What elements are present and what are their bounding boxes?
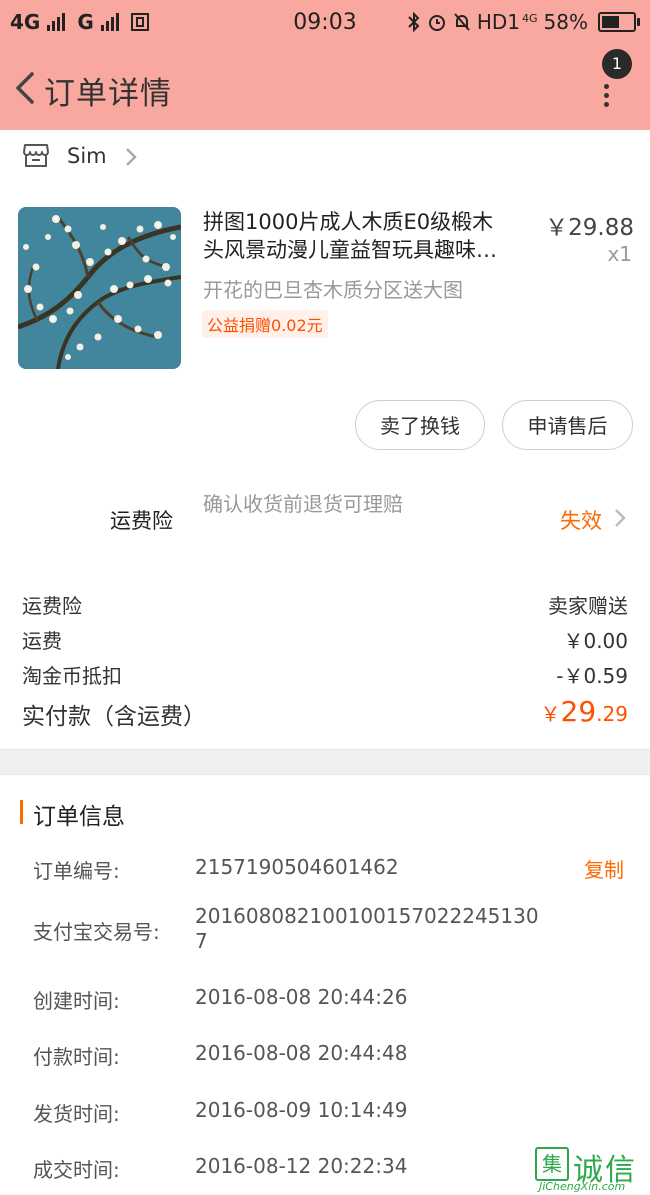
notification-badge: 1 bbox=[602, 49, 632, 79]
apply-after-sale-button[interactable]: 申请售后 bbox=[502, 400, 633, 450]
product-title-line2: 头风景动漫儿童益智玩具趣味… bbox=[203, 238, 497, 262]
store-icon bbox=[23, 144, 49, 167]
completed-time-label: 成交时间: bbox=[33, 1158, 120, 1182]
site-watermark: 集 诚信 JiChengXin.com bbox=[533, 1145, 650, 1195]
completed-time-value: 2016-08-12 20:22:34 bbox=[195, 1154, 408, 1178]
alarm-icon bbox=[428, 15, 445, 31]
page-title: 订单详情 bbox=[44, 76, 172, 112]
mute-bell-icon bbox=[454, 13, 470, 31]
product-quantity: x1 bbox=[607, 242, 632, 266]
watermark-logo-box: 集 bbox=[535, 1147, 569, 1181]
battery-icon bbox=[598, 12, 640, 32]
product-image[interactable] bbox=[18, 207, 181, 369]
network-4g-small: 4G bbox=[522, 11, 538, 25]
charity-badge: 公益捐赠0.02元 bbox=[202, 310, 328, 338]
paid-time-label: 付款时间: bbox=[33, 1045, 120, 1069]
total-integer: 29 bbox=[560, 695, 597, 728]
order-info-title: 订单信息 bbox=[33, 804, 125, 830]
back-arrow-icon[interactable] bbox=[10, 70, 40, 106]
chevron-right-icon bbox=[126, 148, 137, 166]
fee-value-shipping: ￥0.00 bbox=[563, 629, 628, 653]
alipay-trade-number-value: 2016080821001001570222451307 bbox=[195, 904, 539, 953]
freight-insurance-description: 确认收货前退货可理赔 bbox=[203, 492, 403, 516]
created-time-label: 创建时间: bbox=[33, 989, 120, 1013]
sell-for-cash-button[interactable]: 卖了换钱 bbox=[355, 400, 485, 450]
fee-label-insurance: 运费险 bbox=[22, 594, 82, 618]
shop-name: Sim bbox=[67, 144, 107, 168]
freight-insurance-label: 运费险 bbox=[110, 509, 173, 533]
total-decimal: .29 bbox=[596, 702, 628, 726]
status-icons: HD1 4G 58% bbox=[407, 10, 640, 34]
paid-time-value: 2016-08-08 20:44:48 bbox=[195, 1041, 408, 1065]
status-bar: 4G G 09:03 HD1 4G 58% bbox=[0, 0, 650, 44]
product-sku: 开花的巴旦杏木质分区送大图 bbox=[203, 278, 463, 302]
section-accent-bar bbox=[20, 800, 23, 824]
total-currency: ￥ bbox=[540, 702, 561, 726]
shipped-time-label: 发货时间: bbox=[33, 1102, 120, 1126]
total-amount: ￥29.29 bbox=[541, 695, 628, 728]
fee-label-coins: 淘金币抵扣 bbox=[22, 664, 122, 688]
section-divider bbox=[0, 749, 650, 775]
chevron-right-icon bbox=[615, 509, 626, 527]
battery-percent: 58% bbox=[543, 10, 588, 34]
app-header: 4G G 09:03 HD1 4G 58% 订单详情 1 bbox=[0, 0, 650, 130]
bluetooth-icon bbox=[408, 12, 420, 32]
watermark-url: JiChengXin.com bbox=[539, 1180, 626, 1193]
created-time-value: 2016-08-08 20:44:26 bbox=[195, 985, 408, 1009]
fee-label-shipping: 运费 bbox=[22, 629, 62, 653]
order-number-label: 订单编号: bbox=[33, 859, 120, 883]
more-dots-icon bbox=[604, 84, 610, 111]
total-label: 实付款（含运费） bbox=[22, 704, 206, 730]
hd-label: HD1 bbox=[476, 10, 521, 34]
fee-value-insurance: 卖家赠送 bbox=[548, 594, 628, 618]
freight-insurance-status: 失效 bbox=[560, 509, 602, 533]
shop-row[interactable]: Sim bbox=[0, 130, 650, 186]
product-price: ￥29.88 bbox=[545, 215, 634, 241]
copy-button[interactable]: 复制 bbox=[584, 854, 624, 883]
order-number-value: 2157190504601462 bbox=[195, 855, 399, 879]
shipped-time-value: 2016-08-09 10:14:49 bbox=[195, 1098, 408, 1122]
alipay-trade-number-label: 支付宝交易号: bbox=[33, 920, 160, 944]
fee-value-coins: -￥0.59 bbox=[556, 664, 628, 688]
product-title[interactable]: 拼图1000片成人木质E0级椴木 头风景动漫儿童益智玩具趣味… bbox=[203, 208, 533, 264]
product-title-line1: 拼图1000片成人木质E0级椴木 bbox=[203, 210, 494, 234]
almond-blossom-painting bbox=[18, 207, 181, 369]
